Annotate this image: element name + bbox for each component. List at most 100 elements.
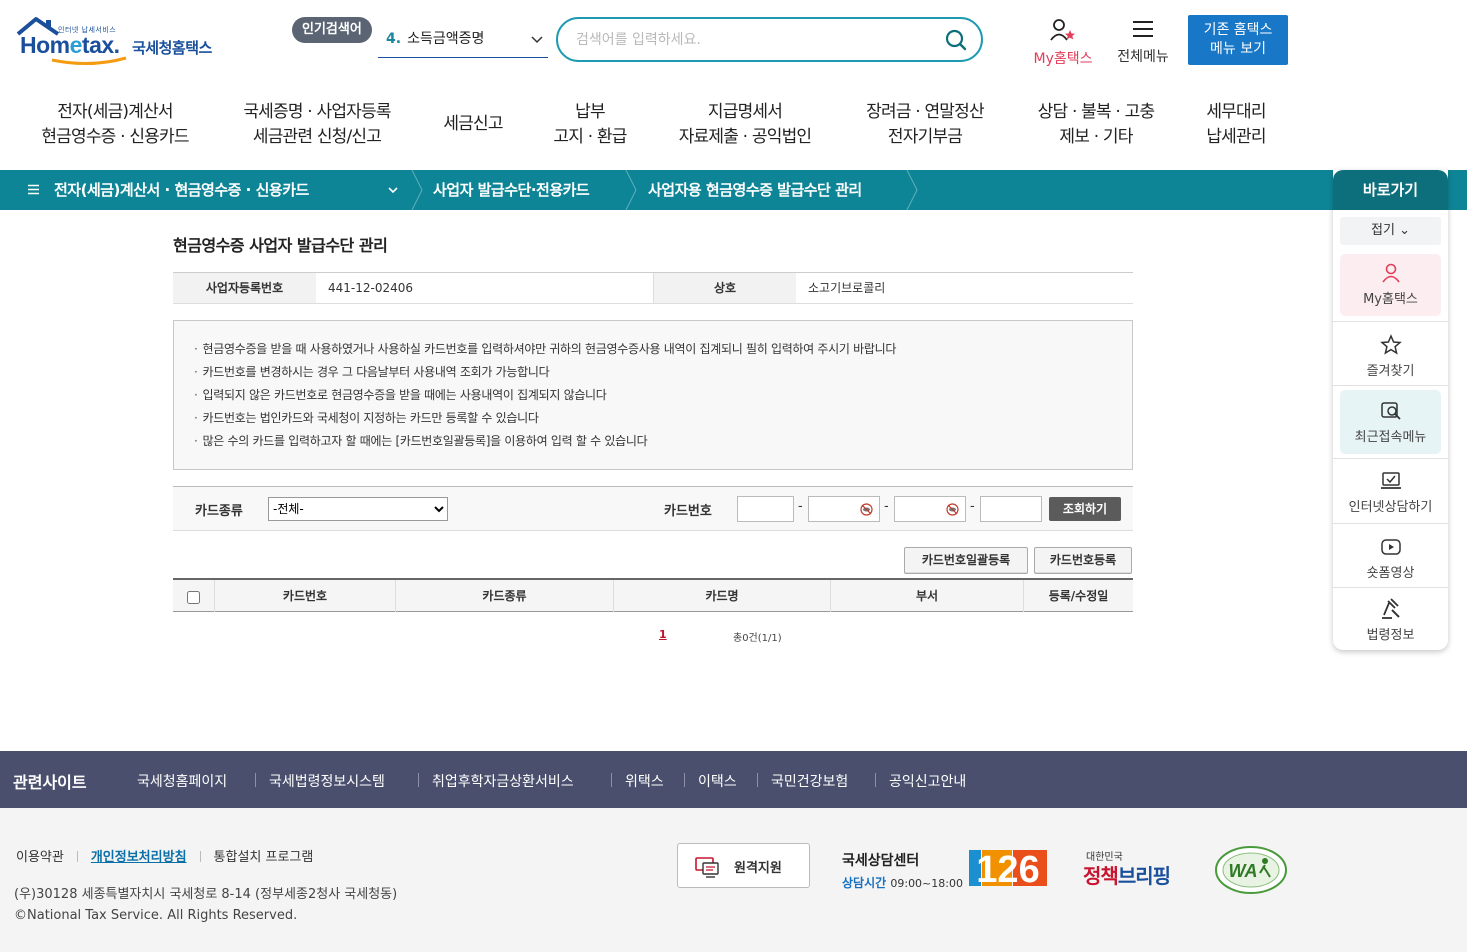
notice-box: 현금영수증을 받을 때 사용하였거나 사용하실 카드번호를 입력하셔야만 귀하의… xyxy=(173,320,1133,470)
gnb-incentives[interactable]: 장려금 · 연말정산 전자기부금 xyxy=(852,100,998,150)
search-button[interactable]: 조회하기 xyxy=(1049,497,1121,521)
divider xyxy=(611,773,612,787)
company-label: 상호 xyxy=(653,273,796,303)
quick-recent-menu[interactable]: 최근접속메뉴 xyxy=(1340,390,1441,454)
svg-text:WA: WA xyxy=(1229,861,1258,881)
page-title: 현금영수증 사업자 발급수단 관리 xyxy=(173,236,388,255)
related-link[interactable]: 취업후학자금상환서비스 xyxy=(432,771,574,791)
hometax-logo[interactable]: 인터넷 납세서비스 Hometax. 국세청홈택스 xyxy=(14,16,234,68)
my-hometax-label: My홈택스 xyxy=(1033,51,1093,67)
select-all-checkbox[interactable] xyxy=(187,591,200,604)
card-number-label: 카드번호 xyxy=(664,504,712,519)
quick-internet-consult[interactable]: 인터넷상담하기 xyxy=(1333,470,1448,522)
all-menu-label: 전체메뉴 xyxy=(1117,49,1169,65)
breadcrumb-level1[interactable]: 전자(세금)계산서 · 현금영수증 · 신용카드 xyxy=(54,170,309,210)
gnb-statements[interactable]: 지급명세서 자료제출 · 공익법인 xyxy=(665,100,825,150)
quick-favorites[interactable]: 즐겨찾기 xyxy=(1333,334,1448,386)
popular-term: 소득금액증명 xyxy=(407,31,485,47)
old-hometax-menu-button[interactable]: 기존 홈택스 메뉴 보기 xyxy=(1188,15,1288,65)
quick-links-panel: 바로가기 접기 ⌄ My홈택스 즐겨찾기 최근접속메뉴 인터넷상담하기 숏폼영상 xyxy=(1333,170,1448,650)
register-card-button[interactable]: 카드번호등록 xyxy=(1034,547,1132,574)
total-count: 총0건(1/1) xyxy=(733,633,782,644)
user-icon xyxy=(1381,263,1400,283)
bulk-register-button[interactable]: 카드번호일괄등록 xyxy=(904,547,1028,574)
divider xyxy=(255,773,256,787)
divider xyxy=(1333,523,1448,524)
logo-wordmark: Hometax. xyxy=(20,32,120,58)
gnb-certificates[interactable]: 국세증명 · 사업자등록 세금관련 신청/신고 xyxy=(232,100,402,150)
gavel-icon xyxy=(1381,598,1400,619)
breadcrumb-separator xyxy=(625,170,637,210)
related-link[interactable]: 국세청홈페이지 xyxy=(137,771,227,791)
page-number[interactable]: 1 xyxy=(659,628,667,641)
quick-law-info[interactable]: 법령정보 xyxy=(1333,598,1448,650)
call-center-hours: 상담시간 09:00~18:00 xyxy=(842,876,963,890)
monitor-icon xyxy=(695,857,719,878)
my-hometax-link[interactable]: My홈택스 xyxy=(1027,18,1099,67)
terms-link[interactable]: 이용약관 xyxy=(16,850,64,865)
svg-text:126: 126 xyxy=(976,849,1039,889)
notice-item: 현금영수증을 받을 때 사용하였거나 사용하실 카드번호를 입력하셔야만 귀하의… xyxy=(194,338,1132,361)
remote-support-label: 원격지원 xyxy=(734,861,782,876)
popular-search-badge: 인기검색어 xyxy=(292,17,372,43)
policy-briefing-logo[interactable]: 대한민국 정책브리핑 xyxy=(1083,848,1177,890)
card-number-input-3[interactable] xyxy=(894,496,966,522)
popular-search-dropdown[interactable]: 4. 소득금액증명 xyxy=(378,24,548,58)
footer: 이용약관 개인정보처리방침 통합설치 프로그램 (우)30128 세종특별자치시 국… xyxy=(0,808,1467,952)
chevron-down-icon xyxy=(531,36,543,44)
recent-search-icon xyxy=(1380,402,1401,420)
gnb-counsel[interactable]: 상담 · 불복 · 고충 제보 · 기타 xyxy=(1022,100,1170,150)
card-number-input-1[interactable] xyxy=(737,496,794,522)
breadcrumb-level3[interactable]: 사업자용 현금영수증 발급수단 관리 xyxy=(648,170,862,210)
remote-support-button[interactable]: 원격지원 xyxy=(677,843,810,888)
play-icon xyxy=(1380,539,1401,555)
chevron-down-icon: ⌄ xyxy=(1399,223,1410,238)
call-center-info: 국세상담센터 상담시간 09:00~18:00 xyxy=(842,850,963,891)
divider xyxy=(199,851,201,862)
card-number-input-4[interactable] xyxy=(980,496,1042,522)
quick-my-hometax[interactable]: My홈택스 xyxy=(1340,254,1441,316)
col-card-name: 카드명 xyxy=(613,580,830,612)
card-number-input-2[interactable] xyxy=(808,496,880,522)
notice-item: 많은 수의 카드를 입력하고자 할 때에는 [카드번호일괄등록]을 이용하여 입… xyxy=(194,430,1132,453)
card-type-select[interactable]: -전체- xyxy=(268,497,448,521)
col-card-number: 카드번호 xyxy=(214,580,395,612)
chevron-down-icon[interactable] xyxy=(387,184,399,196)
gnb-payment[interactable]: 납부 고지 · 환급 xyxy=(540,100,640,150)
laptop-check-icon xyxy=(1380,472,1401,489)
divider xyxy=(1333,385,1448,386)
dash: - xyxy=(884,499,889,514)
logo-swoosh xyxy=(51,56,127,66)
dash: - xyxy=(970,499,975,514)
star-icon xyxy=(1379,334,1402,355)
divider xyxy=(875,773,876,787)
quick-shortform-video[interactable]: 숏폼영상 xyxy=(1333,536,1448,588)
mask-eye-icon[interactable] xyxy=(946,503,959,516)
breadcrumb-separator xyxy=(906,170,918,210)
related-link[interactable]: 이택스 xyxy=(698,771,737,791)
search-icon[interactable] xyxy=(945,29,967,51)
privacy-link[interactable]: 개인정보처리방침 xyxy=(91,850,187,865)
search-box xyxy=(556,17,983,62)
related-link[interactable]: 위택스 xyxy=(625,771,664,791)
related-link[interactable]: 국세법령정보시스템 xyxy=(269,771,385,791)
all-menu-button[interactable]: 전체메뉴 xyxy=(1110,18,1176,65)
gnb-e-invoice[interactable]: 전자(세금)계산서 현금영수증 · 신용카드 xyxy=(35,100,195,150)
related-link[interactable]: 공익신고안내 xyxy=(889,771,966,791)
web-accessibility-mark: WA xyxy=(1215,846,1287,894)
divider xyxy=(1333,321,1448,322)
breadcrumb-level2[interactable]: 사업자 발급수단·전용카드 xyxy=(433,170,590,210)
logo-kr-name: 국세청홈택스 xyxy=(132,39,212,57)
call-126-logo: 126 xyxy=(969,849,1047,889)
install-link[interactable]: 통합설치 프로그램 xyxy=(214,850,314,865)
related-link[interactable]: 국민건강보험 xyxy=(771,771,848,791)
hometax-page: 인터넷 납세서비스 Hometax. 국세청홈택스 인기검색어 4. 소득금액증명… xyxy=(0,0,1467,952)
search-input[interactable] xyxy=(576,27,936,53)
gnb-tax-agent[interactable]: 세무대리 납세관리 xyxy=(1192,100,1280,150)
gnb-tax-filing[interactable]: 세금신고 xyxy=(432,112,514,137)
mask-eye-icon[interactable] xyxy=(860,503,873,516)
fold-button[interactable]: 접기 ⌄ xyxy=(1340,217,1441,245)
user-star-icon xyxy=(1050,19,1075,41)
popular-rank: 4. xyxy=(386,31,402,47)
notice-item: 입력되지 않은 카드번호로 현금영수증을 받을 때에는 사용내역이 집계되지 않… xyxy=(194,384,1132,407)
